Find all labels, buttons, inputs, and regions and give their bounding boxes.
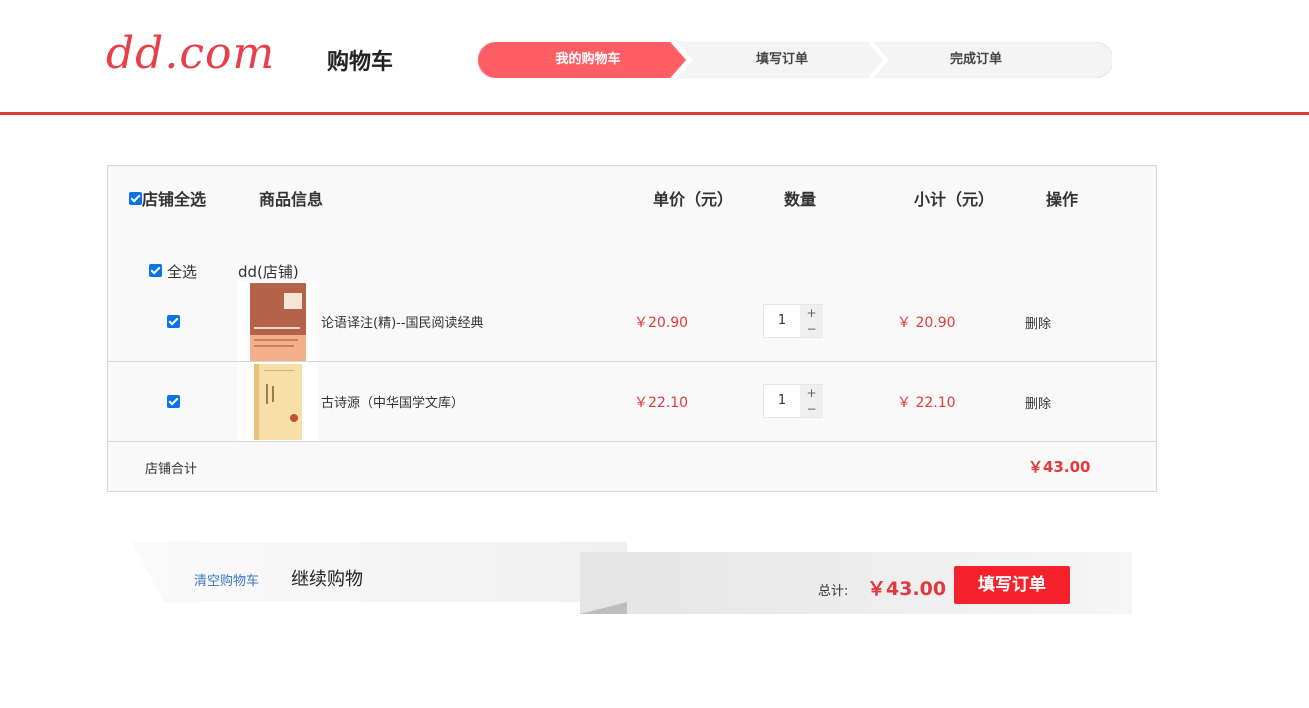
quantity-increase-button[interactable]: + xyxy=(800,305,823,321)
item-checkbox[interactable] xyxy=(167,395,180,408)
shop-name[interactable]: dd(店铺) xyxy=(238,261,299,282)
step-fill-order: 填写订单 xyxy=(755,52,808,67)
step-complete-order: 完成订单 xyxy=(949,52,1002,67)
delete-item-button[interactable]: 删除 xyxy=(1025,393,1051,412)
column-quantity: 数量 xyxy=(784,190,817,209)
total-label: 总计: xyxy=(818,584,849,599)
cart-item-row: 论语译注(精)--国民阅读经典 ￥20.90 1 + − ￥ 20.90 删除 xyxy=(108,281,1156,361)
step-my-cart: 我的购物车 xyxy=(555,52,621,67)
item-checkbox[interactable] xyxy=(167,315,180,328)
shop-total-value: ￥43.00 xyxy=(1028,458,1091,476)
quantity-decrease-button[interactable]: − xyxy=(800,321,823,337)
cart-item-row: 古诗源（中华国学文库） ￥22.10 1 + − ￥ 22.10 删除 xyxy=(108,362,1156,442)
fill-order-button[interactable]: 填写订单 xyxy=(954,566,1070,604)
delete-item-button[interactable]: 删除 xyxy=(1025,313,1051,332)
shop-select-all-checkbox[interactable] xyxy=(149,264,162,277)
cart-table: 店铺全选 商品信息 单价（元） 数量 小计（元） 操作 全选 dd(店铺) 论语… xyxy=(107,165,1157,492)
clear-cart-link[interactable]: 清空购物车 xyxy=(194,570,259,589)
site-logo[interactable]: dd.com xyxy=(106,28,275,79)
item-name[interactable]: 论语译注(精)--国民阅读经典 xyxy=(321,312,484,331)
quantity-stepper: 1 + − xyxy=(763,304,823,338)
book-cover-icon[interactable] xyxy=(238,281,318,361)
quantity-input[interactable]: 1 xyxy=(764,385,800,417)
total-value: ￥43.00 xyxy=(867,578,947,600)
page-title: 购物车 xyxy=(327,50,394,75)
column-product-info: 商品信息 xyxy=(259,190,324,209)
row-divider xyxy=(108,441,1156,442)
quantity-input[interactable]: 1 xyxy=(764,305,800,337)
checkout-progress: 我的购物车 填写订单 完成订单 xyxy=(478,42,1112,78)
item-name[interactable]: 古诗源（中华国学文库） xyxy=(321,392,464,411)
book-cover-icon[interactable] xyxy=(238,362,318,442)
column-action: 操作 xyxy=(1046,190,1079,209)
continue-shopping-link[interactable]: 继续购物 xyxy=(291,565,363,591)
column-subtotal: 小计（元） xyxy=(914,190,995,209)
quantity-decrease-button[interactable]: − xyxy=(800,401,823,417)
column-unit-price: 单价（元） xyxy=(653,190,734,209)
item-subtotal: ￥ 20.90 xyxy=(897,315,956,331)
item-unit-price: ￥22.10 xyxy=(634,395,689,411)
column-select-all-shop: 店铺全选 xyxy=(142,190,207,209)
item-unit-price: ￥20.90 xyxy=(634,315,689,331)
quantity-stepper: 1 + − xyxy=(763,384,823,418)
select-all-shops-checkbox[interactable] xyxy=(129,192,142,205)
shop-total-label: 店铺合计 xyxy=(145,462,198,477)
header-divider xyxy=(0,112,1309,115)
item-subtotal: ￥ 22.10 xyxy=(897,395,956,411)
quantity-increase-button[interactable]: + xyxy=(800,385,823,401)
shop-select-all-label: 全选 xyxy=(167,263,198,281)
